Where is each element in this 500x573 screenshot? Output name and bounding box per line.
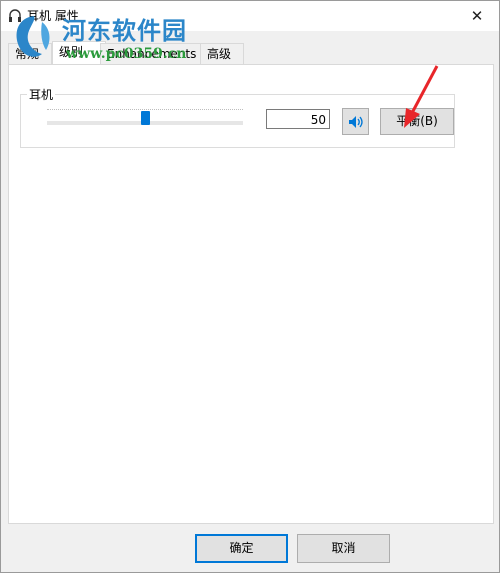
annotation-arrow: [404, 65, 439, 128]
